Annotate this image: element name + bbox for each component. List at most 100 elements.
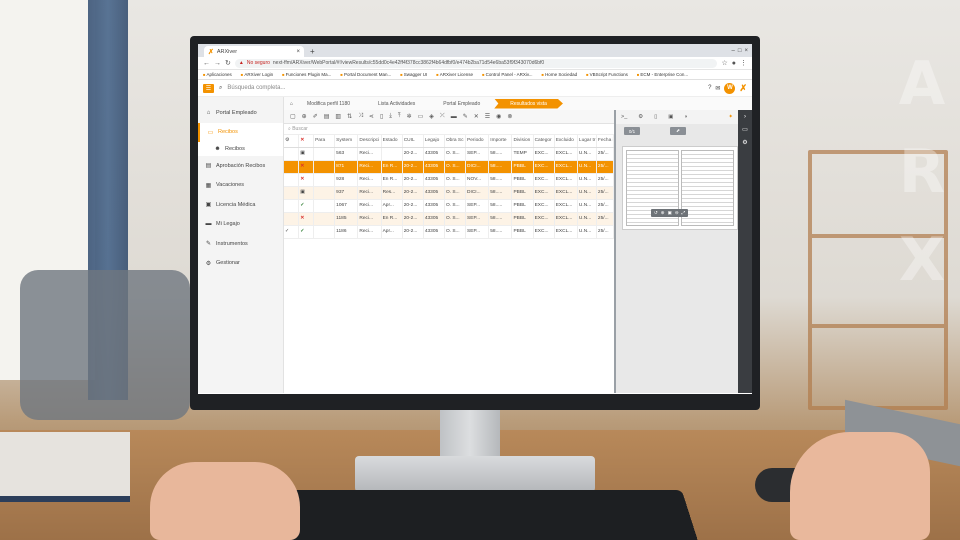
tab-document-icon[interactable]: ▯ xyxy=(654,114,657,120)
fit-icon[interactable]: ▣ xyxy=(668,210,672,216)
breadcrumb-item[interactable]: Modifica perfil 1180 xyxy=(293,99,364,109)
document-icon[interactable]: ▯ xyxy=(380,113,383,120)
edit-icon[interactable]: ✎ xyxy=(463,113,468,120)
fullscreen-icon[interactable]: ⤢ xyxy=(682,210,686,216)
bookmark-item[interactable]: ARXiver Login xyxy=(241,72,273,77)
url-field[interactable]: ▲ No seguro next-ffm/ARXiver/WebPortal/#… xyxy=(234,58,718,68)
grid-search-input[interactable]: ⌕ Buscar xyxy=(284,124,614,135)
new-doc-icon[interactable]: ▢ xyxy=(290,113,296,120)
bookmark-item[interactable]: Funciones Plugin Ma... xyxy=(282,72,332,77)
pin-icon[interactable]: ✦ xyxy=(728,114,733,120)
breadcrumb-current[interactable]: Resultados vista xyxy=(494,98,563,109)
row-select-cell[interactable] xyxy=(284,147,300,161)
zoom-out-icon[interactable]: ⊖ xyxy=(675,210,679,216)
breadcrumb-item[interactable]: Portal Empleado xyxy=(429,99,494,109)
bookmark-item[interactable]: Home Sociedad xyxy=(542,72,577,77)
upload-icon[interactable]: ⤒ xyxy=(398,113,401,120)
avatar[interactable]: W xyxy=(724,82,736,94)
column-header[interactable]: Importe xyxy=(488,135,513,148)
attach-icon[interactable]: ✐ xyxy=(313,113,318,120)
cross-icon[interactable]: ✕ xyxy=(474,113,479,120)
new-tab-button[interactable]: + xyxy=(310,46,315,57)
column-header[interactable]: System xyxy=(334,135,359,148)
erase-icon[interactable]: ◈ xyxy=(429,113,434,120)
page-counter[interactable]: 0/1 xyxy=(624,127,640,135)
table-row[interactable]: ▣ 937 Reci... Res... 20-2... 43305 O. S... DICI… xyxy=(284,186,615,200)
column-header[interactable]: CUIL xyxy=(402,135,424,148)
sidebar-item-vacaciones[interactable]: ▦ Vacaciones xyxy=(198,176,283,196)
table-row[interactable]: ✓ 1067 Reci... Apr... 20-2... 43305 O. S... SEP… xyxy=(284,199,615,213)
settings-icon[interactable]: ✲ xyxy=(407,113,412,120)
bookmark-item[interactable]: Control Panel - ARXiv... xyxy=(482,72,533,77)
print-icon[interactable]: ▥ xyxy=(335,113,341,120)
shuffle-icon[interactable]: ⤨ xyxy=(358,113,363,120)
column-header[interactable]: Division xyxy=(511,135,534,148)
column-header[interactable]: Legajo xyxy=(423,135,445,148)
sidebar-subitem-recibos[interactable]: ☻ Recibos xyxy=(198,142,283,156)
download-icon[interactable]: ⤓ xyxy=(389,113,392,120)
forward-icon[interactable]: → xyxy=(214,60,221,67)
tab-terminal-icon[interactable]: >_ xyxy=(621,114,627,120)
row-select-cell[interactable] xyxy=(284,186,300,200)
row-select-cell[interactable] xyxy=(284,199,300,213)
bookmark-item[interactable]: Aplicaciones xyxy=(203,72,232,77)
sort-icon[interactable]: ⇅ xyxy=(347,113,352,120)
sidebar-item-mi-legajo[interactable]: ▬ Mi Legajo xyxy=(198,215,283,235)
bookmark-item[interactable]: ARXiver License xyxy=(436,72,473,77)
gear-icon[interactable]: ⚙ xyxy=(742,139,747,146)
column-header[interactable]: Excluido xyxy=(554,135,578,148)
list-icon[interactable]: ☰ xyxy=(485,113,490,120)
row-select-cell[interactable] xyxy=(284,173,300,187)
eye-icon[interactable]: ◉ xyxy=(496,113,501,120)
sidebar-item-instrumentos[interactable]: ✎ Instrumentos xyxy=(198,234,283,254)
sidebar-item-gestionar[interactable]: ⚙ Gestionar xyxy=(198,254,283,274)
sidebar-item-aprobacion-recibos[interactable]: ▤ Aprobación Recibos xyxy=(198,156,283,176)
sidebar-item-licencia-medica[interactable]: ▣ Licencia Médica xyxy=(198,195,283,215)
open-external-icon[interactable]: ⬈ xyxy=(670,127,686,135)
chat-icon[interactable]: ✉ xyxy=(715,85,720,92)
reload-icon[interactable]: ↻ xyxy=(225,59,231,67)
tab-shield-icon[interactable]: ◗ xyxy=(684,114,687,120)
column-header[interactable]: Periodo xyxy=(465,135,490,148)
status-column-icon[interactable]: ✕ xyxy=(298,135,315,148)
arrow-icon[interactable]: › xyxy=(744,114,746,120)
share-icon[interactable]: ⋖ xyxy=(369,113,374,120)
table-row[interactable]: ▣ 563 Reci... 20-2... 43305 O. S... SEP... 58..… xyxy=(284,147,615,161)
column-header[interactable]: Descripci xyxy=(357,135,382,148)
table-row[interactable]: ✓ ✓ 1186 Reci... Apr... 20-2... 43305 O. S... SE… xyxy=(284,225,615,239)
table-row[interactable]: ✕ 928 Reci... En R... 20-2... 43305 O. S... NOV… xyxy=(284,173,615,187)
save-icon[interactable]: ▤ xyxy=(324,113,330,120)
more-menu-icon[interactable]: ⋮ xyxy=(740,59,747,67)
workflow-icon[interactable]: ⤫ xyxy=(440,113,445,120)
document-preview[interactable]: ↺ ⊕ ▣ ⊖ ⤢ xyxy=(622,146,738,230)
column-header[interactable]: Lugar tr xyxy=(577,135,597,148)
folder-icon[interactable]: ▭ xyxy=(418,113,424,120)
sidebar-item-recibos[interactable]: ▭ Recibos xyxy=(198,122,283,142)
sidebar-item-portal-empleado[interactable]: ⌂ Portal Empleado xyxy=(198,103,283,123)
bookmark-star-icon[interactable]: ☆ xyxy=(721,59,727,67)
column-header[interactable]: Categor xyxy=(533,135,555,148)
column-header[interactable]: Fecha i xyxy=(596,135,615,148)
close-tab-icon[interactable]: × xyxy=(296,49,300,55)
minimize-icon[interactable]: – xyxy=(732,46,735,57)
tab-image-icon[interactable]: ▣ xyxy=(668,114,673,120)
zoom-in-icon[interactable]: ⊕ xyxy=(661,210,665,216)
row-select-cell[interactable]: ✓ xyxy=(284,225,300,239)
back-icon[interactable]: ← xyxy=(203,60,210,67)
table-row[interactable]: ✕ 871 Reci... En R... 20-2... 43305 O. S... DIC… xyxy=(284,160,615,174)
column-header[interactable]: Para xyxy=(313,135,336,148)
row-select-cell[interactable] xyxy=(284,160,300,174)
column-header[interactable]: Obra Sc xyxy=(444,135,467,148)
hamburger-menu-icon[interactable]: ☰ xyxy=(203,83,214,93)
globe-icon[interactable]: ⊗ xyxy=(507,113,512,120)
column-header[interactable]: Estado xyxy=(381,135,403,148)
question-icon[interactable]: ? xyxy=(708,85,711,91)
bookmark-item[interactable]: VBScript Functions xyxy=(586,72,628,77)
global-search-input[interactable]: Búsqueda completa... xyxy=(227,85,285,91)
table-row[interactable]: ✕ 1185 Reci... En R... 20-2... 43305 O. S... SE… xyxy=(284,212,615,226)
folder-open-icon[interactable]: ▬ xyxy=(451,114,457,120)
folder-icon[interactable]: ▭ xyxy=(742,126,748,133)
column-settings-icon[interactable]: ⚙ xyxy=(284,135,300,148)
breadcrumb-item[interactable]: Lista Actividades xyxy=(364,99,429,109)
bookmark-item[interactable]: Swagger UI xyxy=(400,72,428,77)
